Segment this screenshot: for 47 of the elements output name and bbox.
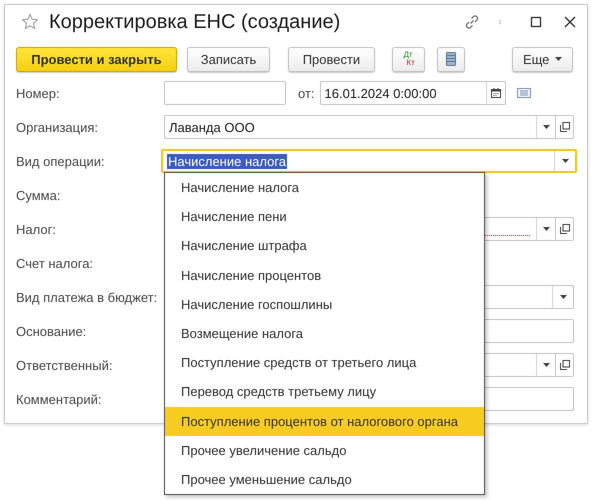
field-label: Сумма:	[16, 188, 62, 202]
more-button[interactable]: Еще	[512, 46, 573, 72]
field-label: Комментарий:	[16, 392, 102, 406]
dropdown-item[interactable]: Начисление налога	[165, 173, 484, 202]
toolbar-button[interactable]: Записать	[186, 46, 270, 72]
dropdown-item[interactable]: Прочее увеличение сальдо	[165, 436, 484, 465]
field-label: Вид операции:	[16, 154, 106, 168]
open-icon	[560, 122, 570, 132]
field-label: Номер:	[16, 86, 61, 100]
dropdown-item[interactable]: Начисление пени	[165, 202, 484, 232]
field-label: Счет налога:	[16, 256, 94, 270]
star-icon[interactable]	[21, 13, 39, 31]
caret-icon	[555, 57, 562, 61]
dropdown-item[interactable]: Начисление госпошлины	[165, 290, 484, 319]
dropdown-item[interactable]: Поступление процентов от налогового органа	[165, 406, 484, 436]
field-label: Вид платежа в бюджет:	[16, 290, 158, 304]
dropdown-item[interactable]: Начисление штрафа	[165, 231, 484, 261]
select-field[interactable]: Начисление налога	[161, 149, 577, 173]
dropdown-item[interactable]: Возмещение налога	[165, 318, 484, 348]
list-button[interactable]	[436, 46, 466, 72]
open-icon	[560, 360, 570, 370]
dropdown-item[interactable]: Начисление процентов	[165, 260, 484, 290]
toolbar-button[interactable]: Провести	[288, 46, 375, 72]
open-icon	[560, 224, 570, 234]
link-icon[interactable]	[463, 13, 481, 31]
date-label: от:	[298, 86, 315, 100]
caret-icon	[542, 125, 550, 129]
dropdown-item[interactable]: Поступление средств от третьего лица	[165, 348, 484, 378]
caret-icon	[542, 227, 550, 231]
field-label: Основание:	[16, 324, 88, 338]
journal-button[interactable]: Дт Кт	[392, 46, 424, 72]
reference-field[interactable]: Лаванда ООО	[164, 115, 556, 139]
list-icon	[446, 52, 456, 66]
dropdown-item[interactable]: Прочее уменьшение сальдо	[165, 464, 484, 494]
window-title: Корректировка ЕНС (создание)	[49, 10, 342, 34]
number-field[interactable]	[164, 81, 286, 105]
field-label: Организация:	[16, 120, 100, 134]
dropdown-item[interactable]: Перевод средств третьему лицу	[165, 377, 484, 406]
field-label: Ответственный:	[16, 358, 114, 372]
post-and-close-button[interactable]: Провести и закрыть	[16, 46, 177, 72]
caret-icon	[562, 159, 568, 163]
caret-icon	[560, 295, 566, 299]
caret-icon	[542, 363, 550, 367]
list-icon[interactable]	[516, 88, 531, 98]
field-label: Налог:	[16, 222, 57, 236]
date-field[interactable]: 16.01.2024 0:00:00	[320, 81, 506, 105]
calendar-icon[interactable]	[490, 88, 501, 98]
